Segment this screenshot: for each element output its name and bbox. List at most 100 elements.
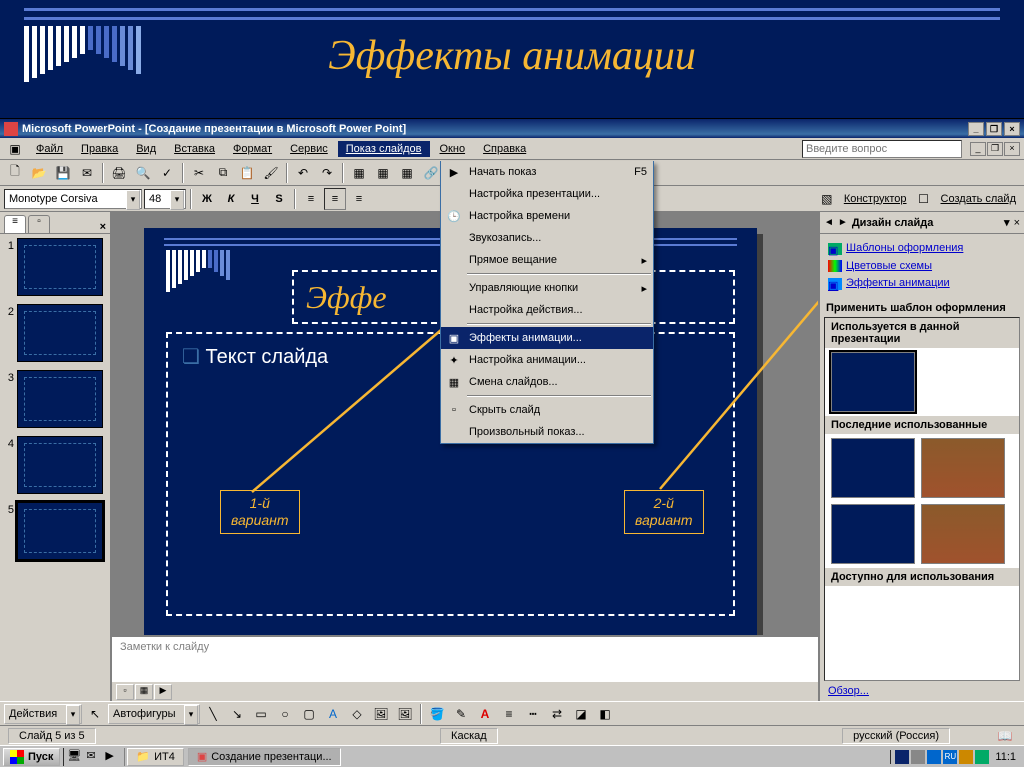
taskpane-close-button[interactable]: ×	[1014, 217, 1020, 229]
ql-icon[interactable]: 🖥	[66, 748, 84, 766]
menu-file[interactable]: Файл	[28, 141, 71, 157]
slide-thumb-5[interactable]	[17, 502, 103, 560]
ql-icon[interactable]: ✉	[85, 748, 103, 766]
bold-button[interactable]: Ж	[196, 188, 218, 210]
designer-link[interactable]: Конструктор	[840, 191, 911, 207]
mail-icon[interactable]: ✉	[76, 162, 98, 184]
menu-start-show[interactable]: ▶Начать показF5	[441, 161, 653, 183]
doc-restore-button[interactable]: ❐	[987, 142, 1003, 156]
minimize-button[interactable]: _	[968, 122, 984, 136]
taskpane-back-button[interactable]: ◄	[824, 217, 834, 228]
cut-icon[interactable]: ✂	[188, 162, 210, 184]
new-slide-link[interactable]: Создать слайд	[937, 191, 1020, 207]
doc-minimize-button[interactable]: _	[970, 142, 986, 156]
underline-button[interactable]: Ч	[244, 188, 266, 210]
menu-hide-slide[interactable]: ▫Скрыть слайд	[441, 399, 653, 421]
wordart-icon[interactable]: A	[322, 703, 344, 725]
panel-close-button[interactable]: ×	[100, 221, 106, 233]
line-icon[interactable]: ╲	[202, 703, 224, 725]
table-icon[interactable]: ▦	[372, 162, 394, 184]
spellcheck-status-icon[interactable]: 📖	[994, 725, 1016, 747]
new-icon[interactable]: 🗋	[4, 162, 26, 184]
menu-action-settings[interactable]: Настройка действия...	[441, 299, 653, 321]
align-left-button[interactable]: ≡	[300, 188, 322, 210]
template-thumb[interactable]	[831, 504, 915, 564]
template-thumb[interactable]	[921, 504, 1005, 564]
sorter-view-button[interactable]: ▦	[135, 684, 153, 700]
select-icon[interactable]: ↖	[84, 703, 106, 725]
tray-icon[interactable]	[959, 750, 973, 764]
menu-custom-shows[interactable]: Произвольный показ...	[441, 421, 653, 443]
font-combo[interactable]: Monotype Corsiva	[4, 189, 142, 209]
open-icon[interactable]: 📂	[28, 162, 50, 184]
arrow-icon[interactable]: ↘	[226, 703, 248, 725]
diagram-icon[interactable]: ◇	[346, 703, 368, 725]
chart-icon[interactable]: ▦	[348, 162, 370, 184]
template-thumb-current[interactable]	[831, 352, 915, 412]
menu-custom-animation[interactable]: ✦Настройка анимации...	[441, 349, 653, 371]
tray-icon[interactable]	[975, 750, 989, 764]
menu-insert[interactable]: Вставка	[166, 141, 223, 157]
menu-record[interactable]: Звукозапись...	[441, 227, 653, 249]
designer-icon[interactable]: ▧	[816, 188, 838, 210]
tables-borders-icon[interactable]: ▦	[396, 162, 418, 184]
actions-menu[interactable]: Действия	[4, 704, 82, 724]
paste-icon[interactable]: 📋	[236, 162, 258, 184]
hyperlink-icon[interactable]: 🔗	[420, 162, 442, 184]
slide-thumb-2[interactable]	[17, 304, 103, 362]
format-painter-icon[interactable]: 🖌	[260, 162, 282, 184]
template-thumb[interactable]	[921, 438, 1005, 498]
tray-lang-icon[interactable]: RU	[943, 750, 957, 764]
font-size-combo[interactable]: 48	[144, 189, 186, 209]
browse-link[interactable]: Обзор...	[828, 685, 869, 697]
autoshapes-menu[interactable]: Автофигуры	[108, 704, 200, 724]
italic-button[interactable]: К	[220, 188, 242, 210]
3d-style-icon[interactable]: ◧	[594, 703, 616, 725]
tray-icon[interactable]	[927, 750, 941, 764]
align-right-button[interactable]: ≡	[348, 188, 370, 210]
menu-tools[interactable]: Сервис	[282, 141, 336, 157]
ask-question-input[interactable]	[802, 140, 962, 158]
arrow-style-icon[interactable]: ⇄	[546, 703, 568, 725]
menu-animation-schemes[interactable]: ▣Эффекты анимации...	[441, 327, 653, 349]
slideshow-view-button[interactable]: ▶	[154, 684, 172, 700]
start-button[interactable]: Пуск	[3, 748, 60, 766]
save-icon[interactable]: 💾	[52, 162, 74, 184]
normal-view-button[interactable]: ▫	[116, 684, 134, 700]
menu-slide-transition[interactable]: ▦Смена слайдов...	[441, 371, 653, 393]
ql-icon[interactable]: ▶	[104, 748, 122, 766]
notes-pane[interactable]: Заметки к слайду	[112, 635, 818, 681]
new-slide-icon[interactable]: ☐	[913, 188, 935, 210]
taskbar-task-2[interactable]: ▣Создание презентаци...	[188, 748, 341, 766]
taskpane-fwd-button[interactable]: ►	[838, 217, 848, 228]
taskbar-task-1[interactable]: 📁ИТ4	[127, 748, 183, 766]
spell-icon[interactable]: ✓	[156, 162, 178, 184]
close-button[interactable]: ×	[1004, 122, 1020, 136]
outline-tab[interactable]: ≡	[4, 215, 26, 233]
textbox-icon[interactable]: ▢	[298, 703, 320, 725]
print-icon[interactable]: 🖨	[108, 162, 130, 184]
tray-icon[interactable]	[895, 750, 909, 764]
copy-icon[interactable]: ⧉	[212, 162, 234, 184]
link-design-templates[interactable]: ▣Шаблоны оформления	[828, 240, 1016, 258]
template-thumb[interactable]	[831, 438, 915, 498]
undo-icon[interactable]: ↶	[292, 162, 314, 184]
tray-icon[interactable]	[911, 750, 925, 764]
picture-icon[interactable]: 🖼	[394, 703, 416, 725]
slide-thumb-4[interactable]	[17, 436, 103, 494]
menu-help[interactable]: Справка	[475, 141, 534, 157]
dash-style-icon[interactable]: ┅	[522, 703, 544, 725]
doc-close-button[interactable]: ×	[1004, 142, 1020, 156]
slide-thumb-1[interactable]	[17, 238, 103, 296]
menu-format[interactable]: Формат	[225, 141, 280, 157]
preview-icon[interactable]: 🔍	[132, 162, 154, 184]
link-color-schemes[interactable]: Цветовые схемы	[828, 258, 1016, 276]
clipart-icon[interactable]: 🖼	[370, 703, 392, 725]
rectangle-icon[interactable]: ▭	[250, 703, 272, 725]
line-style-icon[interactable]: ≡	[498, 703, 520, 725]
menu-broadcast[interactable]: Прямое вещание▸	[441, 249, 653, 271]
shadow-style-icon[interactable]: ◪	[570, 703, 592, 725]
menu-edit[interactable]: Правка	[73, 141, 126, 157]
oval-icon[interactable]: ○	[274, 703, 296, 725]
fill-color-icon[interactable]: 🪣	[426, 703, 448, 725]
